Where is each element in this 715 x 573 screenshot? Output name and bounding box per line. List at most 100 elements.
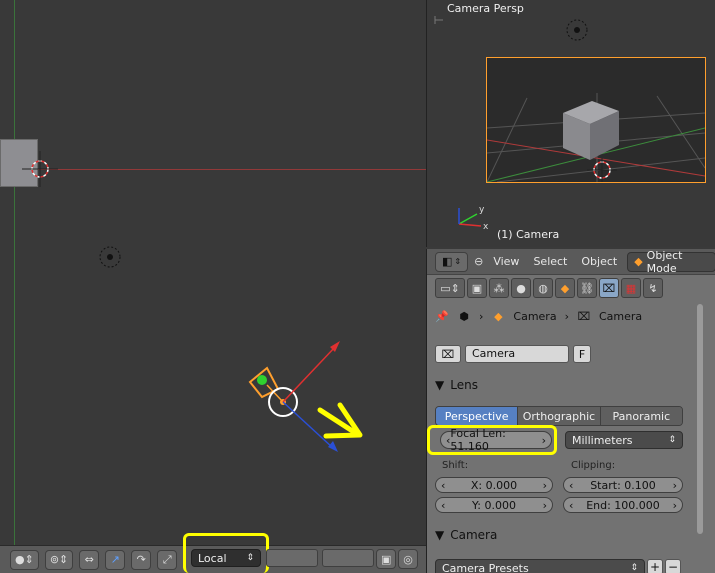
scale-icon: ⤢ (162, 552, 172, 566)
camera-presets-label: Camera Presets (442, 561, 529, 573)
render-preview-button[interactable]: ▣ (376, 549, 397, 569)
lens-panel-header[interactable]: ▼ Lens (427, 374, 697, 396)
clipping-label: Clipping: (571, 460, 616, 471)
camera-viewport[interactable]: Camera Persp y x (1) Camera (426, 0, 715, 247)
layer-group-1[interactable] (266, 549, 318, 567)
3d-cursor-icon (587, 158, 617, 182)
camera-name-field[interactable]: Camera (465, 345, 569, 363)
menu-select[interactable]: Select (529, 255, 571, 268)
scene-data-icon: ⬢ (459, 309, 469, 323)
pivot-icon: ⊚⇕ (49, 553, 69, 566)
pivot-point-button[interactable]: ⊚⇕ (44, 549, 74, 570)
collapse-menu-icon[interactable]: ⊖ (474, 255, 483, 268)
tab-world[interactable]: ◍ (533, 278, 553, 298)
texture-icon: ▦ (625, 281, 637, 295)
rotate-manipulator-button[interactable]: ↷ (131, 549, 152, 570)
tab-render[interactable]: ▣ (467, 278, 487, 298)
mode-selector[interactable]: ◆ Object Mode (627, 248, 715, 275)
shift-x-field[interactable]: ‹ X: 0.000 › (435, 477, 553, 493)
shift-y-field[interactable]: ‹ Y: 0.000 › (435, 497, 553, 513)
chevron-left-icon[interactable]: ‹ (441, 499, 445, 512)
chevron-left-icon[interactable]: ‹ (441, 479, 445, 492)
lamp-icon (99, 246, 121, 268)
chevron-left-icon[interactable]: ‹ (569, 479, 573, 492)
shift-y-value: Y: 0.000 (472, 498, 516, 512)
chevron-right-icon[interactable]: › (673, 479, 677, 492)
chevron-updown-icon: ⇕ (454, 257, 462, 266)
lens-unit-value: Millimeters (572, 433, 633, 447)
physics-icon: ↯ (648, 281, 658, 295)
clip-end-field[interactable]: ‹ End: 100.000 › (563, 497, 683, 513)
remove-preset-button[interactable]: − (665, 559, 681, 573)
viewport-shading-button[interactable]: ●⇕ (10, 549, 39, 570)
clip-start-field[interactable]: ‹ Start: 0.100 › (563, 477, 683, 493)
camera-panel-title: Camera (450, 528, 498, 542)
tab-scene[interactable]: ● (511, 278, 531, 298)
tab-render-layers[interactable]: ⁂ (489, 278, 509, 298)
pin-icon[interactable]: 📌 (435, 309, 449, 323)
chevron-right-icon: › (564, 309, 569, 323)
manipulator-toggle-button[interactable]: ⇔ (79, 549, 100, 570)
camera-presets-select[interactable]: Camera Presets ⇕ (435, 559, 645, 573)
3d-viewport[interactable] (0, 0, 426, 545)
fake-user-button[interactable]: F (573, 345, 591, 363)
layer-buttons[interactable] (266, 549, 374, 567)
menu-view[interactable]: View (489, 255, 523, 268)
lens-type-perspective[interactable]: Perspective (436, 407, 519, 425)
clip-start-value: Start: 0.100 (590, 478, 656, 492)
triangle-down-icon: ▼ (435, 528, 445, 542)
camera-icon: ⌧ (577, 309, 591, 323)
mode-label: Object Mode (646, 248, 683, 275)
layer-group-2[interactable] (322, 549, 374, 567)
chevron-left-icon[interactable]: ‹ (569, 499, 573, 512)
properties-editor[interactable]: ◧ ⇕ ⊖ View Select Object ◆ Object Mode ▭⇕… (426, 249, 715, 573)
chevron-updown-icon: ⇕ (630, 563, 638, 573)
world-icon: ◍ (538, 281, 548, 295)
tab-constraints[interactable]: ⛓ (577, 278, 597, 298)
chevron-updown-icon: ⇕ (668, 435, 676, 445)
properties-scrollbar[interactable] (697, 304, 703, 534)
tab-camera-data[interactable]: ⌧ (599, 278, 619, 298)
object-icon: ◆ (560, 281, 570, 295)
lens-type-orthographic[interactable]: Orthographic (518, 407, 601, 425)
render-icon: ▣ (381, 552, 392, 566)
lens-type-selector: Perspective Orthographic Panoramic (435, 406, 683, 426)
browse-camera-button[interactable]: ⌧ (435, 345, 461, 363)
manipulator-icon: ⇔ (84, 553, 94, 566)
chevron-right-icon[interactable]: › (543, 479, 547, 492)
viewport-overlay (22, 151, 363, 452)
view-corner-handles-icon (434, 16, 443, 24)
scale-manipulator-button[interactable]: ⤢ (157, 549, 178, 570)
snap-icon: ◎ (403, 552, 413, 566)
rotate-icon: ↷ (136, 553, 146, 566)
axis-label-y: y (479, 205, 485, 215)
cube-icon: ◧ (442, 255, 453, 268)
annotation-highlight (427, 425, 557, 455)
lens-type-panoramic[interactable]: Panoramic (600, 407, 682, 425)
scene-icon: ● (516, 281, 526, 295)
tab-physics[interactable]: ↯ (643, 278, 663, 298)
translate-manipulator-button[interactable]: ↗ (105, 549, 126, 570)
chevron-right-icon[interactable]: › (543, 499, 547, 512)
breadcrumb-data: Camera (598, 309, 643, 323)
annotation-arrow-icon (317, 402, 363, 439)
tab-texture[interactable]: ▦ (621, 278, 641, 298)
object-mode-icon: ◆ (634, 255, 643, 268)
editor-type-button[interactable]: ▭⇕ (435, 278, 465, 298)
active-object-label: (1) Camera (497, 228, 560, 241)
axis-gizmo-icon: y x (458, 205, 489, 232)
menu-object[interactable]: Object (577, 255, 621, 268)
datablock-selector: ⌧ Camera F (435, 345, 591, 363)
add-preset-button[interactable]: + (647, 559, 663, 573)
camera-render-icon: ▣ (471, 281, 483, 295)
lens-panel-title: Lens (450, 378, 478, 392)
editor-type-button[interactable]: ◧ ⇕ (435, 251, 469, 272)
chevron-right-icon[interactable]: › (673, 499, 677, 512)
tab-object[interactable]: ◆ (555, 278, 575, 298)
triangle-down-icon: ▼ (435, 378, 445, 392)
lens-unit-select[interactable]: Millimeters ⇕ (565, 431, 683, 449)
snap-button[interactable]: ◎ (398, 549, 418, 569)
camera-panel-header[interactable]: ▼ Camera (427, 524, 697, 546)
shift-x-value: X: 0.000 (470, 478, 518, 492)
camera-frame (486, 57, 706, 183)
